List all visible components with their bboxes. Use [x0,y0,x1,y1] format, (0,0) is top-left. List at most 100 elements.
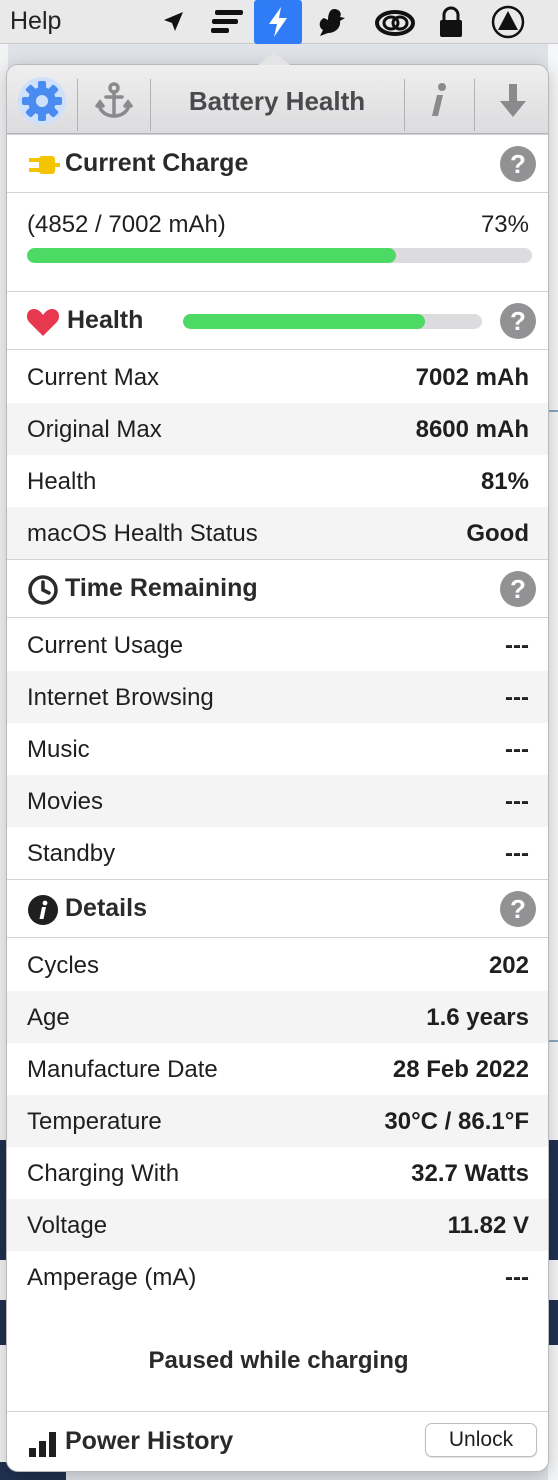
info-circle-icon [25,892,61,928]
row-label: Current Usage [27,632,184,659]
row-label: Original Max [27,416,162,443]
help-menu[interactable]: Help [10,7,61,36]
charge-progress-bar [27,248,532,263]
popover-arrow [258,52,290,65]
power-history-footer: Power History Unlock [7,1411,548,1471]
background-divider [548,410,558,412]
help-button[interactable]: ? [500,571,536,607]
row-label: Cycles [27,952,100,979]
row-value: Good [466,520,529,547]
creative-cloud-icon[interactable] [372,0,418,44]
section-header-current-charge: Current Charge ? [7,134,548,193]
background-divider [548,1040,558,1042]
section-title: Health [67,306,144,334]
row-label: Amperage (mA) [27,1264,197,1291]
charge-mah-text: (4852 / 7002 mAh) [27,211,226,238]
row-value: --- [505,632,529,659]
row-value: 28 Feb 2022 [392,1056,529,1083]
download-arrow-icon[interactable] [489,71,537,131]
row-label: Health [27,468,97,495]
plug-icon [25,147,61,183]
table-row: Current Max 7002 mAh [7,351,548,403]
row-value: 81% [480,468,529,495]
row-value: 8600 mAh [415,416,529,443]
row-label: Temperature [27,1108,162,1135]
table-row: Current Usage --- [7,619,548,671]
section-title: Time Remaining [65,574,258,602]
bird-icon[interactable] [312,0,350,44]
row-label: Voltage [27,1212,108,1239]
lock-icon[interactable] [436,0,466,44]
table-row: Voltage 11.82 V [7,1199,548,1251]
toolbar-divider [150,79,151,131]
row-label: Music [27,736,90,763]
triangle-circle-icon[interactable] [488,0,528,44]
section-title: Current Charge [65,149,249,177]
table-row: Amperage (mA) --- [7,1251,548,1303]
section-title: Details [65,894,147,922]
unlock-button[interactable]: Unlock [425,1423,537,1457]
table-row: Age 1.6 years [7,991,548,1043]
charge-percent: 73% [480,211,529,238]
row-label: Age [27,1004,70,1031]
row-value: 32.7 Watts [411,1160,529,1187]
info-italic-icon[interactable] [417,71,459,131]
row-label: Charging With [27,1160,180,1187]
table-row: Standby --- [7,827,548,879]
table-row: Cycles 202 [7,939,548,991]
row-value: --- [505,684,529,711]
anchor-icon[interactable] [87,71,141,131]
heart-icon [25,304,61,340]
table-row: macOS Health Status Good [7,507,548,559]
row-label: Standby [27,840,116,867]
toolbar-title: Battery Health [188,86,366,116]
location-arrow-icon[interactable] [158,0,188,44]
help-button[interactable]: ? [500,891,536,927]
footer-title: Power History [65,1427,234,1455]
row-value: --- [505,840,529,867]
section-header-details: Details ? [7,879,548,938]
table-row: Health 81% [7,455,548,507]
toolbar-divider [404,79,405,131]
table-row: Internet Browsing --- [7,671,548,723]
row-label: Current Max [27,364,160,391]
gear-icon[interactable] [15,71,69,131]
table-row: Movies --- [7,775,548,827]
charging-status-text: Paused while charging [148,1347,409,1374]
background-dark-block [548,1300,558,1345]
menu-bar: Help [0,0,558,44]
lines-icon[interactable] [206,0,248,44]
table-row: Original Max 8600 mAh [7,403,548,455]
row-value: 30°C / 86.1°F [384,1108,529,1135]
clock-icon [25,572,61,608]
table-row: Temperature 30°C / 86.1°F [7,1095,548,1147]
section-header-health: Health ? [7,291,548,350]
row-value: --- [505,736,529,763]
row-value: 7002 mAh [415,364,529,391]
row-value: --- [505,1264,529,1291]
section-header-time-remaining: Time Remaining ? [7,559,548,618]
battery-popover: Battery Health Current Charge ? (4852 / … [6,64,549,1472]
health-progress-fill [183,314,426,329]
row-value: 1.6 years [426,1004,529,1031]
row-label: Internet Browsing [27,684,214,711]
row-value: 11.82 V [447,1212,529,1239]
health-progress-bar [183,314,482,329]
row-label: Movies [27,788,104,815]
help-button[interactable]: ? [500,146,536,182]
table-row: Music --- [7,723,548,775]
toolbar-divider [77,79,78,131]
row-label: Manufacture Date [27,1056,218,1083]
help-button[interactable]: ? [500,303,536,339]
background-window-right [548,44,558,1480]
background-dark-block [548,1140,558,1260]
row-value: --- [505,788,529,815]
bar-chart-icon [25,1426,61,1462]
toolbar-divider [474,79,475,131]
bolt-icon[interactable] [254,0,302,44]
table-row: Manufacture Date 28 Feb 2022 [7,1043,548,1095]
toolbar: Battery Health [7,65,548,134]
row-label: macOS Health Status [27,520,258,547]
current-charge-panel: (4852 / 7002 mAh) 73% [7,193,548,291]
row-value: 202 [488,952,529,979]
